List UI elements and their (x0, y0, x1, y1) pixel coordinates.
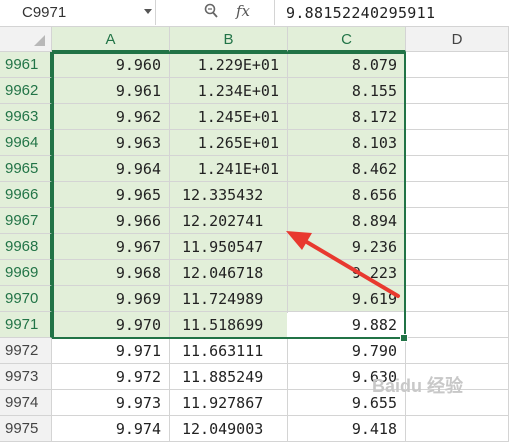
watermark: Baidu 经验 (372, 376, 464, 396)
red-arrow-annotation (286, 231, 400, 298)
